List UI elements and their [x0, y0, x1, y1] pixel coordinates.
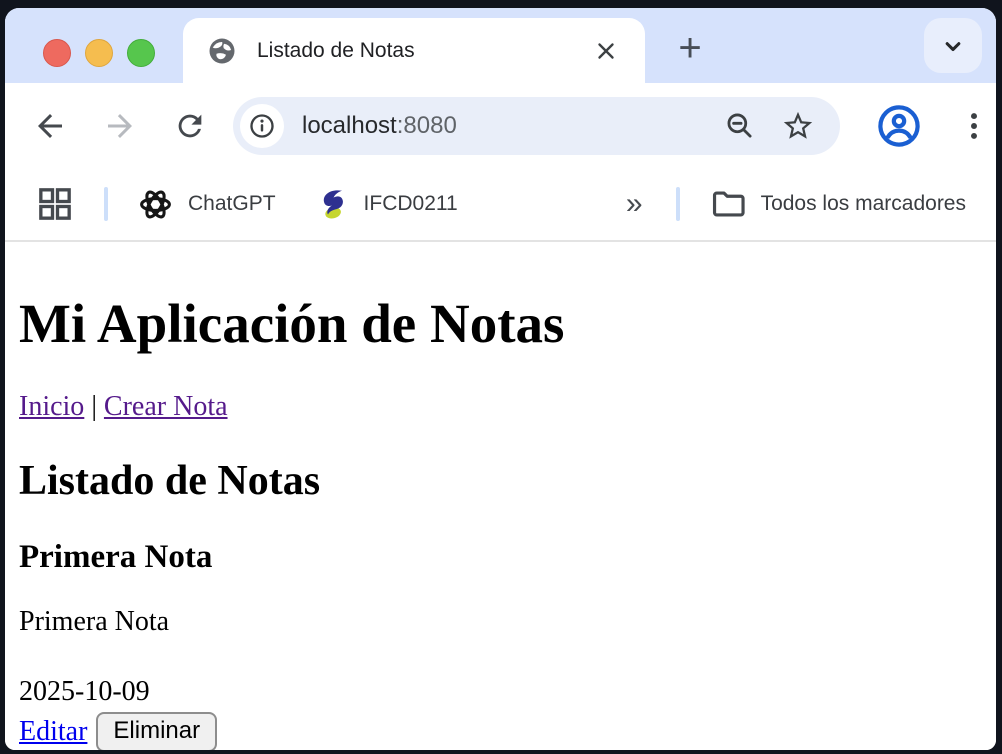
profile-button[interactable] [876, 103, 922, 149]
bookmark-chatgpt[interactable]: ChatGPT [137, 186, 276, 223]
maximize-window-button[interactable] [127, 39, 155, 67]
bookmark-label: ChatGPT [188, 192, 276, 216]
bookmarks-overflow-chevron[interactable]: » [622, 189, 647, 219]
tab-strip: Listado de Notas + [5, 8, 996, 83]
browser-menu-button[interactable] [954, 106, 994, 146]
nav-link-crear-nota[interactable]: Crear Nota [104, 391, 228, 422]
bookmarks-bar: ChatGPT IFCD0211 » Todos los marcadores [5, 168, 996, 242]
note-item: Primera Nota Primera Nota 2025-10-09 Edi… [19, 539, 982, 750]
bookmark-ifcd0211[interactable]: IFCD0211 [312, 185, 458, 223]
tab-listado-de-notas[interactable]: Listado de Notas [183, 18, 645, 83]
chatgpt-logo-icon [137, 186, 174, 223]
all-bookmarks-button[interactable]: Todos los marcadores [709, 185, 966, 223]
page-title: Mi Aplicación de Notas [19, 292, 982, 355]
edit-note-link[interactable]: Editar [19, 716, 87, 748]
star-icon [781, 109, 815, 143]
arrow-left-icon [32, 108, 68, 144]
zoom-out-button[interactable] [722, 108, 758, 144]
tab-title: Listado de Notas [257, 39, 591, 63]
account-avatar-icon [876, 103, 922, 149]
nav-separator: | [91, 391, 97, 422]
ifcd-logo-icon [312, 185, 350, 223]
nav-link-inicio[interactable]: Inicio [19, 391, 84, 422]
note-actions: Editar Eliminar [19, 712, 982, 750]
address-bar[interactable]: localhost:8080 [233, 97, 840, 155]
section-heading: Listado de Notas [19, 457, 982, 505]
forward-button[interactable] [101, 107, 139, 145]
site-info-button[interactable] [240, 104, 284, 148]
close-window-button[interactable] [43, 39, 71, 67]
folder-icon [709, 185, 747, 223]
new-tab-button[interactable]: + [668, 26, 712, 70]
globe-favicon-icon [207, 36, 237, 66]
reload-button[interactable] [171, 107, 209, 145]
browser-toolbar: localhost:8080 [5, 83, 996, 168]
zoom-out-icon [724, 110, 756, 142]
info-icon [248, 112, 276, 140]
window-controls [43, 39, 155, 67]
apps-grid-icon [35, 184, 75, 224]
three-dots-vertical-icon [957, 109, 991, 143]
browser-window: Listado de Notas + [5, 8, 996, 750]
page-content: Mi Aplicación de Notas Inicio | Crear No… [5, 242, 996, 750]
bookmarks-divider [676, 187, 680, 221]
tab-close-icon[interactable] [591, 36, 621, 66]
reload-icon [173, 109, 207, 143]
delete-note-button[interactable]: Eliminar [96, 712, 217, 750]
minimize-window-button[interactable] [85, 39, 113, 67]
back-button[interactable] [31, 107, 69, 145]
tab-search-button[interactable] [924, 18, 982, 73]
note-date: 2025-10-09 [19, 676, 982, 708]
page-nav: Inicio | Crear Nota [19, 391, 982, 423]
bookmarks-divider [104, 187, 108, 221]
all-bookmarks-label: Todos los marcadores [761, 192, 966, 216]
apps-button[interactable] [35, 184, 75, 224]
bookmark-label: IFCD0211 [364, 192, 458, 216]
url-text: localhost:8080 [302, 112, 457, 140]
chevron-down-icon [939, 32, 967, 60]
note-body: Primera Nota [19, 606, 982, 638]
url-host: localhost [302, 112, 397, 139]
note-title: Primera Nota [19, 539, 982, 576]
arrow-right-icon [102, 108, 138, 144]
bookmark-page-button[interactable] [780, 108, 816, 144]
url-port: :8080 [397, 112, 457, 139]
